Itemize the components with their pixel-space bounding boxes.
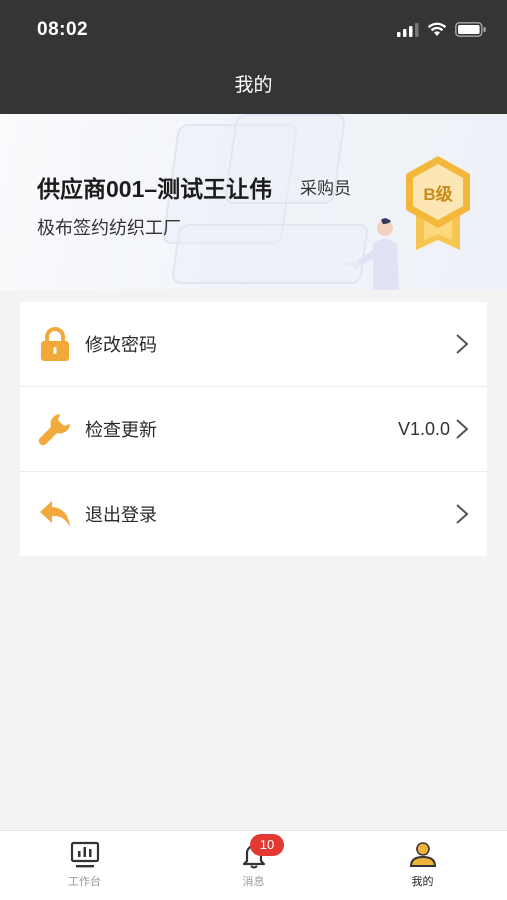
status-icons xyxy=(397,22,487,37)
menu-item-label: 退出登录 xyxy=(85,505,157,525)
menu-item-logout[interactable]: 退出登录 xyxy=(20,472,487,556)
profile-header: 供应商001–测试王让伟 采购员 极布签约纺织工厂 B级 xyxy=(0,114,507,290)
chevron-right-icon xyxy=(456,504,469,524)
tab-label: 工作台 xyxy=(68,876,101,888)
user-name: 供应商001–测试王让伟 xyxy=(37,176,273,202)
menu-item-label: 修改密码 xyxy=(85,335,157,355)
status-time: 08:02 xyxy=(37,19,89,40)
background-decoration xyxy=(170,224,370,284)
tab-mine[interactable]: 我的 xyxy=(338,831,507,900)
badge-label: B级 xyxy=(423,185,453,204)
level-badge: B级 xyxy=(398,154,478,254)
tab-workbench[interactable]: 工作台 xyxy=(0,831,169,900)
menu-item-label: 检查更新 xyxy=(85,420,157,440)
page-title: 我的 xyxy=(234,75,273,96)
wifi-icon xyxy=(427,22,447,36)
chevron-right-icon xyxy=(456,334,469,354)
cellular-signal-icon xyxy=(397,22,419,37)
bottom-tab-bar: 工作台 消息 10 我的 xyxy=(0,830,507,900)
menu-item-change-password[interactable]: 修改密码 xyxy=(20,302,487,387)
unread-count-badge: 10 xyxy=(250,834,284,856)
user-role: 采购员 xyxy=(300,179,351,198)
settings-menu: 修改密码 检查更新 V1.0.0 退出登录 xyxy=(20,302,487,556)
app-version: V1.0.0 xyxy=(397,418,450,439)
reply-arrow-icon xyxy=(38,497,72,531)
wrench-icon xyxy=(38,412,72,446)
lock-icon xyxy=(38,327,72,361)
nav-bar: 我的 xyxy=(0,62,507,114)
monitor-chart-icon xyxy=(70,841,99,868)
tab-label: 我的 xyxy=(411,876,434,888)
status-bar: 08:02 xyxy=(0,0,507,62)
battery-icon xyxy=(455,22,486,37)
tab-label: 消息 xyxy=(242,876,265,888)
user-icon xyxy=(409,842,436,867)
chevron-right-icon xyxy=(456,419,469,439)
company-name: 极布签约纺织工厂 xyxy=(37,218,181,238)
menu-item-check-update[interactable]: 检查更新 V1.0.0 xyxy=(20,387,487,472)
